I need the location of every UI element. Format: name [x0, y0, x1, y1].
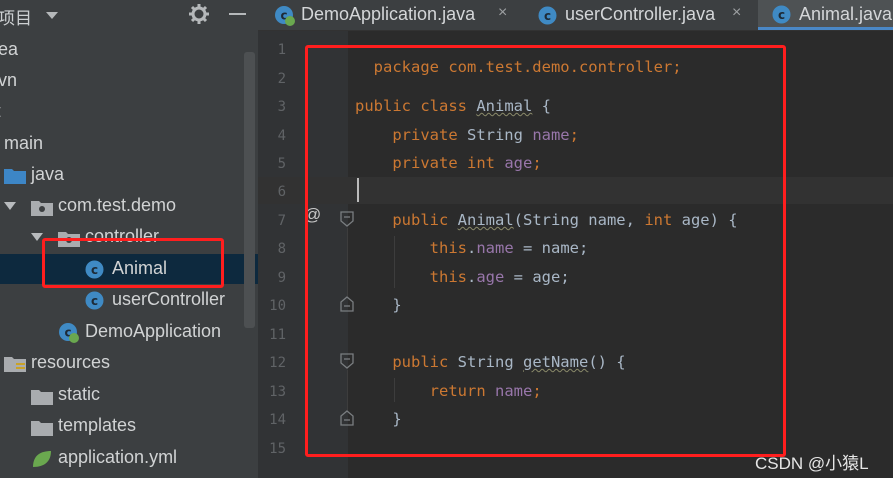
spring-class-icon: c [275, 6, 295, 26]
tree-item-static[interactable]: static [0, 380, 258, 410]
line-number: 8 [277, 241, 286, 257]
tab-demoapplication[interactable]: c DemoApplication.java × [258, 0, 520, 30]
tree-item-idea[interactable]: ea [0, 35, 258, 65]
folder-icon [31, 390, 53, 405]
tree-item-usercontroller[interactable]: c userController [0, 285, 258, 315]
svg-text:c: c [544, 9, 551, 23]
editor-tab-bar: c DemoApplication.java × c userControlle… [258, 0, 893, 31]
tab-label: userController.java [565, 4, 716, 24]
tab-animal[interactable]: c Animal.java [758, 0, 893, 30]
tree-item-label: resources [31, 352, 111, 372]
line-number: 4 [277, 128, 286, 144]
tree-item-label: vn [0, 70, 18, 90]
line-number: 2 [277, 71, 286, 87]
resources-folder-icon [4, 357, 26, 372]
line-number: 15 [269, 441, 286, 457]
tab-label: DemoApplication.java [301, 4, 476, 24]
line-number: 11 [269, 327, 286, 343]
tree-item-label: templates [58, 415, 137, 435]
line-number: 10 [269, 298, 286, 314]
project-panel-header: 项目 [0, 0, 258, 30]
gear-icon[interactable] [189, 4, 209, 24]
tab-usercontroller[interactable]: c userController.java × [524, 0, 754, 30]
tree-item-label: com.test.demo [58, 195, 177, 215]
annotation-box-code [305, 45, 786, 457]
tree-item-label: t [0, 101, 1, 122]
tree-item-label: userController [112, 289, 226, 309]
class-icon: c [538, 6, 557, 25]
folder-blue-icon [4, 169, 26, 184]
project-scrollbar[interactable] [244, 52, 255, 328]
tree-item-application-yml[interactable]: application.yml [0, 443, 258, 473]
tab-label: Animal.java [799, 4, 893, 24]
spring-class-icon: c [59, 323, 79, 343]
hide-panel-icon[interactable] [229, 13, 246, 15]
tree-item-main[interactable]: main [0, 129, 258, 159]
package-icon [31, 201, 53, 216]
line-number: 13 [269, 384, 286, 400]
close-tab-icon[interactable]: × [732, 4, 741, 22]
line-number: 3 [277, 99, 286, 115]
line-number: 14 [269, 412, 286, 428]
tree-item-label: application.yml [58, 447, 178, 467]
class-icon: c [85, 291, 104, 310]
tree-item-com-test-demo[interactable]: com.test.demo [0, 191, 258, 221]
folder-icon [31, 421, 53, 436]
watermark: CSDN @小猿L [755, 454, 869, 473]
tree-item-label: DemoApplication [85, 321, 222, 341]
line-number: 1 [277, 42, 286, 58]
tree-item-label: ea [0, 39, 19, 59]
spring-yml-icon [33, 451, 51, 467]
svg-text:c: c [91, 294, 98, 308]
annotation-box-animal [42, 238, 224, 288]
tree-item-templates[interactable]: templates [0, 411, 258, 441]
svg-text:c: c [778, 8, 785, 22]
tree-item-label: main [4, 133, 44, 153]
project-panel-title[interactable]: 项目 [0, 4, 32, 29]
tree-item-resources[interactable]: resources [0, 348, 258, 378]
line-number: 12 [269, 355, 286, 371]
view-dropdown-icon[interactable] [46, 12, 58, 19]
tree-item-mvn[interactable]: vn [0, 66, 258, 96]
tree-item-src[interactable]: t [0, 97, 258, 127]
line-number: 5 [277, 156, 286, 172]
line-number: 6 [277, 184, 286, 200]
tree-item-label: static [58, 384, 101, 404]
line-number: 9 [277, 270, 286, 286]
tree-item-label: java [31, 164, 65, 184]
tree-item-demoapplication[interactable]: c DemoApplication [0, 317, 258, 347]
close-tab-icon[interactable]: × [498, 4, 507, 22]
tree-item-java[interactable]: java [0, 160, 258, 190]
expand-arrow-icon[interactable] [4, 202, 16, 210]
line-number: 7 [277, 213, 286, 229]
class-icon: c [772, 5, 791, 24]
